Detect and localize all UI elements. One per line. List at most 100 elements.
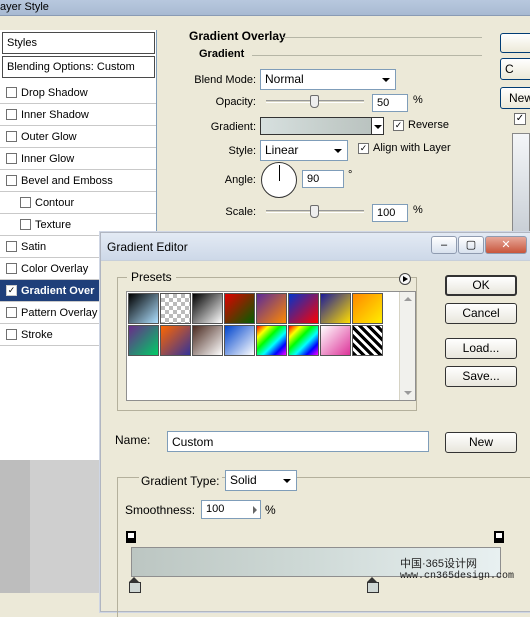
opacity-unit: % xyxy=(413,94,423,106)
styles-header[interactable]: Styles xyxy=(2,32,155,54)
gradient-preset-swatch[interactable] xyxy=(288,293,319,324)
gradient-preset-swatch[interactable] xyxy=(128,293,159,324)
chevron-right-icon[interactable] xyxy=(253,506,257,514)
opacity-stop-left[interactable] xyxy=(126,531,136,543)
checkbox-icon[interactable] xyxy=(6,307,17,318)
close-icon[interactable]: ✕ xyxy=(485,236,527,254)
cancel-button[interactable]: Cancel xyxy=(445,303,517,324)
preview-checkbox[interactable]: ✓ xyxy=(514,113,526,125)
load-button[interactable]: Load... xyxy=(445,338,517,359)
reverse-label: Reverse xyxy=(408,119,449,131)
scroll-up-icon[interactable] xyxy=(404,297,412,301)
gradient-preview[interactable] xyxy=(260,117,384,135)
opacity-label: Opacity: xyxy=(215,96,256,108)
watermark-text: 中国·365设计网 xyxy=(400,558,478,570)
style-select[interactable]: Linear xyxy=(260,140,348,161)
gradient-preset-swatch[interactable] xyxy=(224,293,255,324)
presets-menu-icon[interactable] xyxy=(399,273,411,285)
ok-button[interactable]: OK xyxy=(445,275,517,296)
style-preview-thumbnail xyxy=(512,133,530,233)
gradient-preset-swatch[interactable] xyxy=(160,293,191,324)
checkbox-icon[interactable] xyxy=(20,219,31,230)
style-item[interactable]: Contour xyxy=(0,192,156,214)
style-item[interactable]: Inner Glow xyxy=(0,148,156,170)
opacity-stop-right[interactable] xyxy=(494,531,504,543)
gradient-preset-swatch[interactable] xyxy=(288,325,319,356)
chevron-down-icon xyxy=(382,78,390,82)
minimize-icon[interactable]: – xyxy=(431,236,457,254)
scale-slider-thumb[interactable] xyxy=(310,205,319,218)
style-item[interactable]: Bevel and Emboss xyxy=(0,170,156,192)
checkbox-icon[interactable] xyxy=(6,153,17,164)
gradient-label: Gradient: xyxy=(210,121,256,133)
gradient-preset-swatch[interactable] xyxy=(352,325,383,356)
checkbox-icon[interactable] xyxy=(20,197,31,208)
style-item[interactable]: Outer Glow xyxy=(0,126,156,148)
checkbox-icon[interactable] xyxy=(6,241,17,252)
smoothness-input[interactable]: 100 xyxy=(201,500,261,519)
gradient-preset-swatch[interactable] xyxy=(256,293,287,324)
gradient-dropdown[interactable] xyxy=(371,117,384,135)
blend-mode-select[interactable]: Normal xyxy=(260,69,396,90)
gradient-type-label: Gradient Type: xyxy=(139,474,222,488)
new-style-button-partial[interactable]: New xyxy=(500,87,530,109)
layer-style-title: ayer Style xyxy=(0,1,49,13)
color-stop-right[interactable] xyxy=(367,577,379,593)
blend-mode-label: Blend Mode: xyxy=(194,74,256,86)
maximize-icon[interactable]: ▢ xyxy=(458,236,484,254)
color-stop-left[interactable] xyxy=(129,577,141,593)
chevron-down-icon xyxy=(283,479,291,483)
style-item[interactable]: Inner Shadow xyxy=(0,104,156,126)
save-button[interactable]: Save... xyxy=(445,366,517,387)
section-title: Gradient Overlay xyxy=(189,29,286,43)
checkbox-icon[interactable] xyxy=(6,175,17,186)
scroll-down-icon[interactable] xyxy=(404,391,412,395)
angle-input[interactable]: 90 xyxy=(302,170,344,188)
gradient-preset-swatch[interactable] xyxy=(192,293,223,324)
gradient-preset-swatch[interactable] xyxy=(256,325,287,356)
style-item-label: Stroke xyxy=(21,328,53,341)
style-label: Style: xyxy=(228,145,256,157)
style-item-label: Outer Glow xyxy=(21,130,77,143)
presets-label: Presets xyxy=(127,270,176,284)
checkbox-icon[interactable] xyxy=(6,263,17,274)
gradient-preset-swatch[interactable] xyxy=(320,325,351,356)
gradient-preset-swatch[interactable] xyxy=(224,325,255,356)
gradient-type-select[interactable]: Solid xyxy=(225,470,297,491)
gradient-preset-swatch[interactable] xyxy=(352,293,383,324)
gradient-editor-titlebar[interactable]: Gradient Editor – ▢ ✕ xyxy=(101,233,530,261)
checkbox-icon[interactable] xyxy=(6,329,17,340)
cancel-button-partial[interactable]: C xyxy=(500,58,530,80)
gradient-preset-swatch[interactable] xyxy=(320,293,351,324)
ok-button-partial[interactable] xyxy=(500,33,530,53)
checkbox-icon[interactable]: ✓ xyxy=(6,285,17,296)
presets-scrollbar[interactable] xyxy=(399,292,415,400)
angle-unit: ° xyxy=(348,169,353,181)
opacity-slider-thumb[interactable] xyxy=(310,95,319,108)
check-icon: ✓ xyxy=(358,142,369,154)
reverse-checkbox[interactable]: ✓ Reverse xyxy=(393,119,449,131)
check-icon: ✓ xyxy=(393,119,404,131)
angle-dial[interactable] xyxy=(261,162,297,198)
opacity-input[interactable]: 50 xyxy=(372,94,408,112)
blending-options[interactable]: Blending Options: Custom xyxy=(2,56,155,78)
angle-needle xyxy=(279,165,280,181)
gradient-preset-swatch[interactable] xyxy=(128,325,159,356)
name-field[interactable]: Custom xyxy=(167,431,429,452)
smoothness-label: Smoothness: xyxy=(125,503,196,517)
group-title: Gradient xyxy=(199,48,245,60)
align-with-layer-checkbox[interactable]: ✓ Align with Layer xyxy=(358,142,451,154)
style-item-label: Satin xyxy=(21,240,47,253)
style-item-label: Bevel and Emboss xyxy=(21,174,113,187)
angle-label: Angle: xyxy=(224,174,256,186)
checkbox-icon[interactable] xyxy=(6,109,17,120)
gradient-preset-swatch[interactable] xyxy=(160,325,191,356)
style-value: Linear xyxy=(265,143,299,157)
gradient-editor-title: Gradient Editor xyxy=(107,240,188,254)
scale-input[interactable]: 100 xyxy=(372,204,408,222)
checkbox-icon[interactable] xyxy=(6,87,17,98)
gradient-preset-swatch[interactable] xyxy=(192,325,223,356)
new-button[interactable]: New xyxy=(445,432,517,453)
style-item[interactable]: Drop Shadow xyxy=(0,82,156,104)
checkbox-icon[interactable] xyxy=(6,131,17,142)
